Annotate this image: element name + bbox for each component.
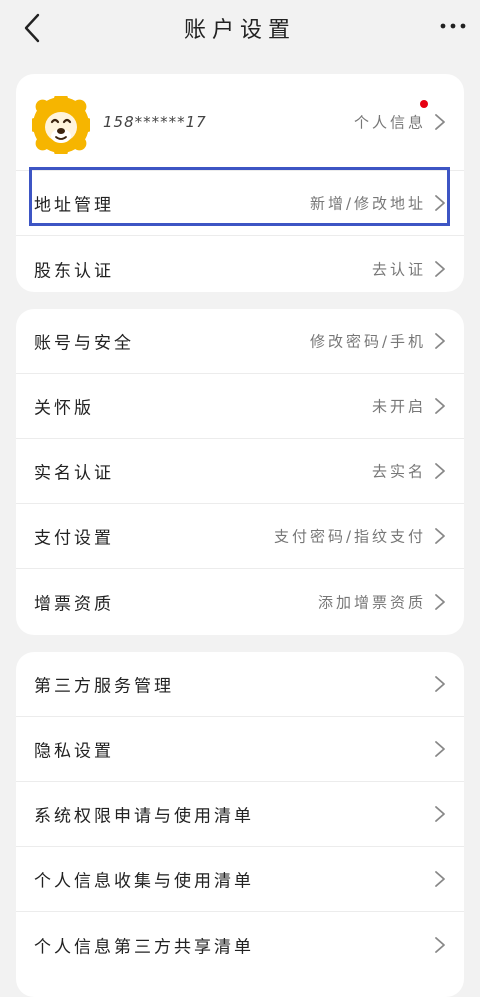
personal-info-collection-row[interactable]: 个人信息收集与使用清单 [16,847,464,912]
chevron-right-icon [435,463,445,479]
chevron-right-icon [435,871,445,887]
chevron-right-icon [435,260,445,277]
row-label: 第三方服务管理 [34,676,174,697]
chevron-right-icon [435,806,445,822]
row-label: 个人信息第三方共享清单 [34,937,254,957]
real-name-verification-row[interactable]: 实名认证 去实名 [16,439,464,504]
chevron-right-icon [435,114,445,130]
row-value: 未开启 [371,397,426,416]
row-label: 关怀版 [34,398,94,419]
chevron-right-icon [435,593,445,610]
row-label: 系统权限申请与使用清单 [34,806,254,827]
row-label: 账号与安全 [34,333,134,354]
row-label: 增票资质 [34,594,114,614]
personal-info-label: 个人信息 [353,113,426,132]
third-party-sharing-row[interactable]: 个人信息第三方共享清单 [16,912,464,977]
profile-row[interactable]: 158******17 个人信息 [16,74,464,171]
more-icon[interactable] [438,14,468,38]
page-title: 账户设置 [183,18,296,43]
privacy-settings-row[interactable]: 隐私设置 [16,717,464,782]
payment-settings-row[interactable]: 支付设置 支付密码/指纹支付 [16,504,464,569]
avatar [32,96,90,154]
row-value: 支付密码/指纹支付 [273,527,426,546]
row-label: 隐私设置 [34,741,114,762]
privacy-card: 第三方服务管理 隐私设置 系统权限申请与使用清单 个人信息收集与使用清单 个人信… [16,652,464,997]
system-permissions-row[interactable]: 系统权限申请与使用清单 [16,782,464,847]
shareholder-verification-row[interactable]: 股东认证 去认证 [16,236,464,292]
chevron-right-icon [435,741,445,757]
third-party-services-row[interactable]: 第三方服务管理 [16,652,464,717]
row-label: 地址管理 [34,195,114,216]
account-card: 158******17 个人信息 地址管理 新增/修改地址 股东认证 去认证 [16,74,464,292]
top-bar: 账户设置 [0,0,480,56]
chevron-right-icon [435,676,445,692]
care-mode-row[interactable]: 关怀版 未开启 [16,374,464,439]
row-value: 添加增票资质 [317,593,426,611]
chevron-right-icon [435,398,445,414]
address-management-row[interactable]: 地址管理 新增/修改地址 [16,171,464,236]
notification-dot [420,100,428,108]
row-value: 去实名 [371,462,426,481]
chevron-right-icon [435,195,445,211]
account-security-row[interactable]: 账号与安全 修改密码/手机 [16,309,464,374]
chevron-right-icon [435,333,445,349]
row-value: 去认证 [371,260,426,278]
row-label: 个人信息收集与使用清单 [34,871,254,892]
row-label: 实名认证 [34,463,114,484]
row-label: 支付设置 [34,528,114,549]
vat-invoice-qualification-row[interactable]: 增票资质 添加增票资质 [16,569,464,634]
phone-number: 158******17 [103,113,207,131]
security-card: 账号与安全 修改密码/手机 关怀版 未开启 实名认证 去实名 支付设置 支付密码… [16,309,464,635]
row-label: 股东认证 [34,261,114,281]
row-value: 修改密码/手机 [309,332,426,351]
chevron-right-icon [435,936,445,953]
chevron-right-icon [435,528,445,544]
row-value: 新增/修改地址 [309,194,426,213]
